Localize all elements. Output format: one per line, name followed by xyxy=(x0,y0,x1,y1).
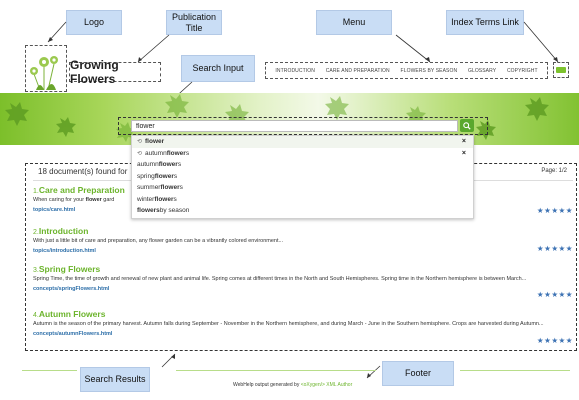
result-snippet: Spring Time, the time of growth and rene… xyxy=(33,276,527,282)
result-title-link[interactable]: Care and Preparation xyxy=(39,185,125,195)
suggestion-item[interactable]: summer flower s xyxy=(132,182,473,194)
suggestion-suffix: s xyxy=(173,195,177,203)
menu-item-flowers-by-season[interactable]: FLOWERS BY SEASON xyxy=(401,68,458,74)
suggestion-item[interactable]: spring flower s xyxy=(132,171,473,183)
result-snippet: With just a little bit of care and prepa… xyxy=(33,238,284,244)
rating-stars: ★★★★★ xyxy=(536,244,573,253)
history-icon: ⟲ xyxy=(137,150,143,157)
suggestion-item[interactable]: autumn flower s xyxy=(132,159,473,171)
result-snippet: Autumn is the season of the primary harv… xyxy=(33,321,544,327)
suggestion-prefix: spring xyxy=(137,172,155,180)
footer: WebHelp output generated by <oXygen/> XM… xyxy=(233,382,352,388)
index-terms-icon xyxy=(556,67,566,73)
snippet-match: flower xyxy=(85,197,102,203)
history-icon: ⟲ xyxy=(137,139,143,146)
remove-suggestion-icon[interactable]: × xyxy=(462,138,466,145)
rating-stars: ★★★★★ xyxy=(536,290,573,299)
callout-logo: Logo xyxy=(66,10,122,35)
result-title-link[interactable]: Introduction xyxy=(39,226,89,236)
suggestion-match: flower xyxy=(154,172,174,180)
suggestion-match: flower xyxy=(154,195,174,203)
suggestion-match: flower xyxy=(166,149,186,157)
suggestion-suffix: by season xyxy=(159,207,190,215)
search-button[interactable] xyxy=(460,119,474,132)
snippet-text: When caring for your xyxy=(33,197,86,203)
suggestion-match: flower xyxy=(145,138,165,146)
suggestion-item[interactable]: flowers by season xyxy=(132,205,473,217)
footer-brand-link[interactable]: <oXygen/> XML Author xyxy=(301,382,353,388)
rating-stars: ★★★★★ xyxy=(536,336,573,345)
suggestion-match: flowers xyxy=(137,207,160,215)
snippet-text: gard xyxy=(101,197,115,203)
suggestion-match: flower xyxy=(158,161,178,169)
search-input[interactable] xyxy=(131,120,458,132)
menu-item-introduction[interactable]: INTRODUCTION xyxy=(275,68,315,74)
callout-publication-title: Publication Title xyxy=(166,10,222,35)
result-url[interactable]: concepts/autumnFlowers.html xyxy=(33,331,573,337)
result-item: 3.Spring Flowers Spring Time, the time o… xyxy=(33,264,573,299)
result-url[interactable]: topics/introduction.html xyxy=(33,248,573,254)
suggestion-prefix: summer xyxy=(137,184,161,192)
callout-index-terms-link: Index Terms Link xyxy=(446,10,524,35)
suggestion-suffix: s xyxy=(173,172,178,180)
menu-item-copyright[interactable]: COPYRIGHT xyxy=(507,68,538,74)
suggestion-match: flower xyxy=(160,184,180,192)
result-item: 2.Introduction With just a little bit of… xyxy=(33,226,573,254)
result-url[interactable]: concepts/springFlowers.html xyxy=(33,286,573,292)
flower-logo-icon xyxy=(30,56,58,91)
callout-menu: Menu xyxy=(316,10,392,35)
footer-text: WebHelp output generated by xyxy=(233,382,301,388)
suggestion-item[interactable]: ⟲ flower × xyxy=(132,136,473,148)
footer-divider-left xyxy=(22,370,77,371)
footer-divider-right xyxy=(460,370,570,371)
rating-stars: ★★★★★ xyxy=(536,206,573,215)
main-menu: INTRODUCTION CARE AND PREPARATION FLOWER… xyxy=(265,62,548,79)
suggestion-prefix: autumn xyxy=(137,161,159,169)
callout-footer: Footer xyxy=(382,361,454,386)
search-icon xyxy=(463,121,471,130)
result-title-link[interactable]: Spring Flowers xyxy=(39,264,100,274)
results-count: 18 document(s) found for xyxy=(38,167,128,176)
suggestion-suffix: s xyxy=(177,161,182,169)
suggestion-suffix: s xyxy=(179,184,183,192)
suggestion-prefix: autumn xyxy=(145,149,167,157)
result-item: 4.Autumn Flowers Autumn is the season of… xyxy=(33,309,573,345)
footer-divider-middle xyxy=(176,370,376,371)
page-indicator: Page: 1/2 xyxy=(541,168,567,174)
search-suggestions: ⟲ flower × ⟲ autumn flower s × autumn flo… xyxy=(131,135,474,219)
logo[interactable] xyxy=(25,45,67,92)
suggestion-item[interactable]: ⟲ autumn flower s × xyxy=(132,148,473,160)
callout-search-input: Search Input xyxy=(181,55,255,82)
suggestion-item[interactable]: winter flower s xyxy=(132,194,473,206)
result-title-link[interactable]: Autumn Flowers xyxy=(39,309,106,319)
menu-item-care-and-preparation[interactable]: CARE AND PREPARATION xyxy=(326,68,390,74)
suggestion-suffix: s xyxy=(185,149,190,157)
suggestion-prefix: winter xyxy=(137,195,155,203)
callout-search-results: Search Results xyxy=(80,367,150,392)
publication-title[interactable]: Growing Flowers xyxy=(69,58,161,86)
menu-item-glossary[interactable]: GLOSSARY xyxy=(468,68,496,74)
remove-suggestion-icon[interactable]: × xyxy=(462,150,466,157)
index-terms-link[interactable] xyxy=(553,62,569,78)
